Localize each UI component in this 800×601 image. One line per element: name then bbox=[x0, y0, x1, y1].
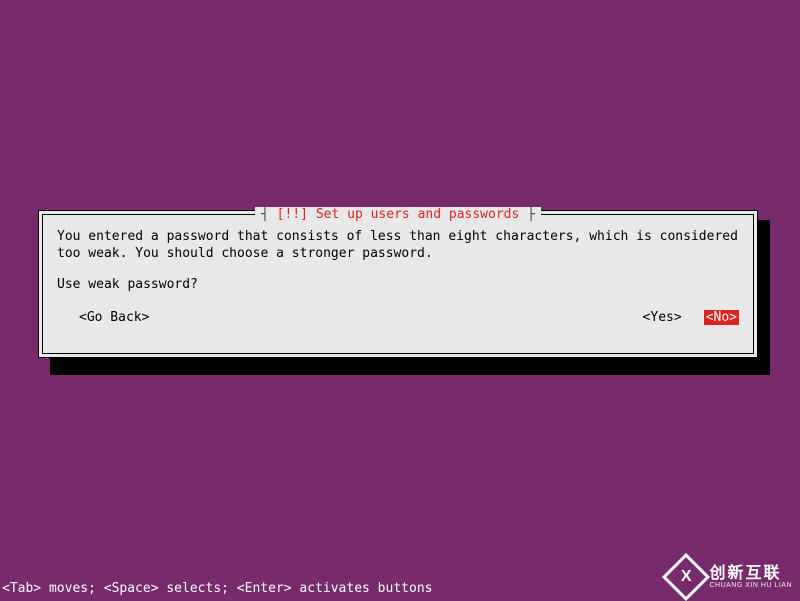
button-spacer bbox=[149, 310, 642, 325]
title-frame-left: ┤ bbox=[261, 207, 277, 222]
dialog-title: ┤ [!!] Set up users and passwords ├ bbox=[255, 207, 541, 222]
title-frame-right: ├ bbox=[519, 207, 535, 222]
status-bar: <Tab> moves; <Space> selects; <Enter> ac… bbox=[0, 579, 434, 598]
button-row: <Go Back> <Yes> <No> bbox=[57, 310, 739, 325]
dialog-prompt: Use weak password? bbox=[57, 277, 739, 292]
watermark-cn: 创新互联 bbox=[709, 566, 792, 582]
dialog-body: You entered a password that consists of … bbox=[57, 229, 739, 263]
title-text: Set up users and passwords bbox=[316, 207, 520, 222]
title-prefix: [!!] bbox=[277, 207, 308, 222]
dialog-inner: ┤ [!!] Set up users and passwords ├ You … bbox=[42, 214, 754, 354]
go-back-button[interactable]: <Go Back> bbox=[79, 310, 149, 325]
watermark-en: CHUANG XIN HU LIAN bbox=[709, 582, 792, 589]
watermark-logo-icon: X bbox=[662, 553, 710, 601]
watermark: X 创新互联 CHUANG XIN HU LIAN bbox=[669, 560, 792, 594]
no-button[interactable]: <No> bbox=[704, 310, 739, 325]
yes-button[interactable]: <Yes> bbox=[643, 310, 682, 325]
watermark-logo-letter: X bbox=[681, 568, 692, 586]
watermark-text: 创新互联 CHUANG XIN HU LIAN bbox=[709, 566, 792, 589]
dialog: ┤ [!!] Set up users and passwords ├ You … bbox=[38, 210, 758, 358]
